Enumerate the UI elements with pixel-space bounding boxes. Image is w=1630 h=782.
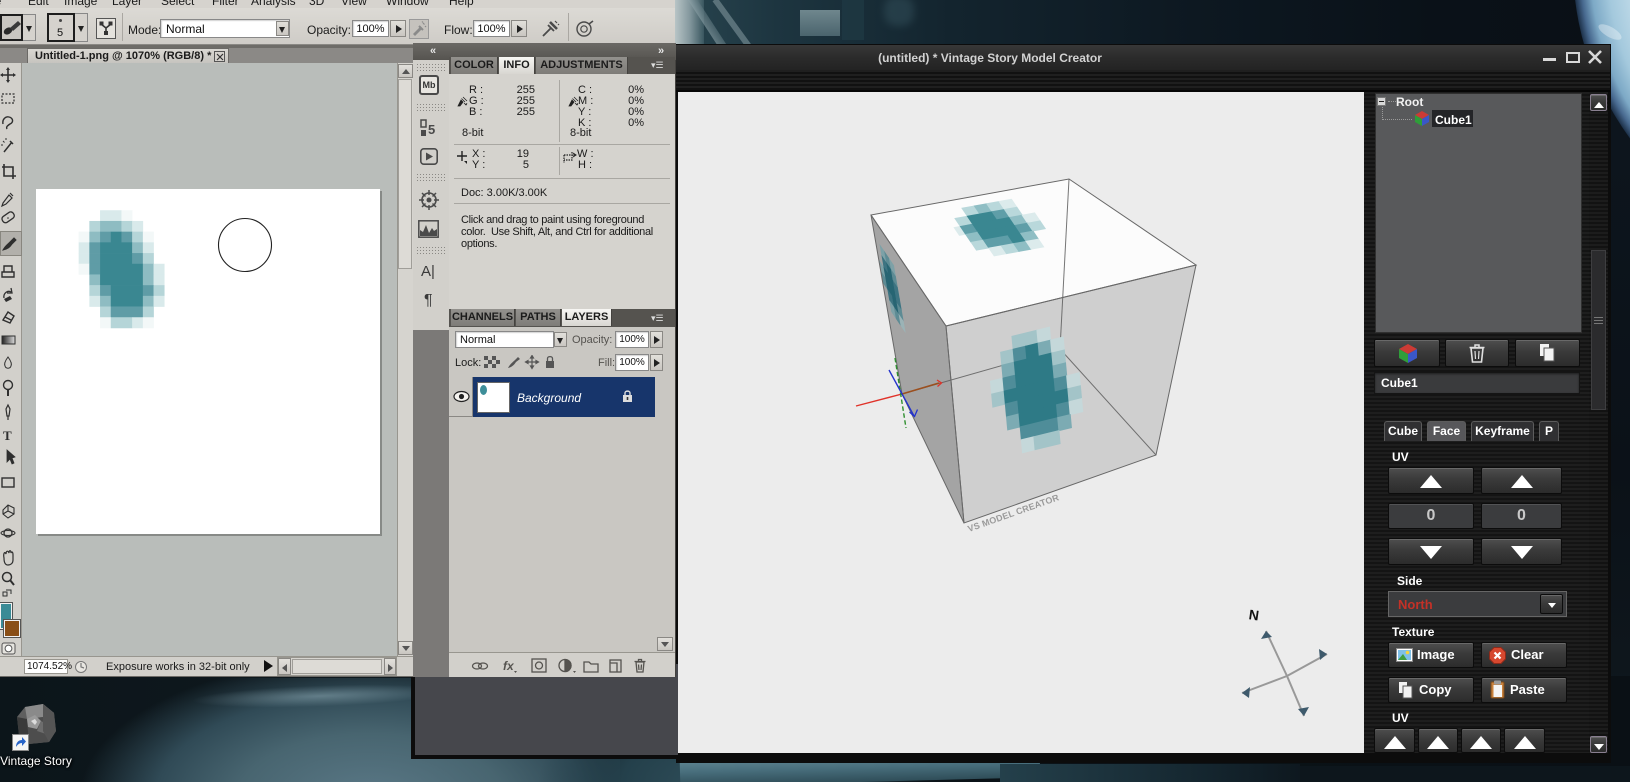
- svg-text:N: N: [1248, 606, 1260, 623]
- svg-text:5: 5: [428, 122, 435, 137]
- svg-text:fx: fx: [503, 659, 515, 673]
- svg-text:T: T: [3, 428, 12, 443]
